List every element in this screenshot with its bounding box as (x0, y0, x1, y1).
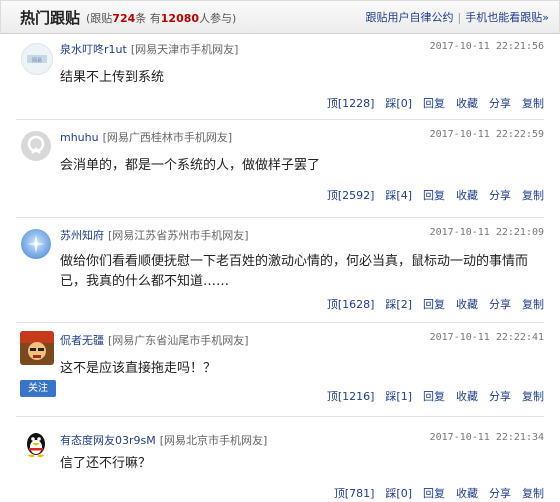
comment-item: 苏州知府 [网易江苏省苏州市手机网友] 2017-10-11 22:21:09 做… (0, 219, 560, 323)
copy-button[interactable]: 复制 (522, 390, 544, 403)
comment-stats: (跟贴724条 有12080人参与) (86, 12, 237, 25)
copy-button[interactable]: 复制 (522, 298, 544, 311)
comment-item: 网易 泉水叮咚r1ut [网易天津市手机网友] 2017-10-11 22:21:… (0, 33, 560, 120)
comment-actions: 顶[1628] 踩[2] 回复 收藏 分享 复制 (316, 296, 544, 312)
downvote-button[interactable]: 踩[4] (385, 189, 412, 202)
comment-item: 关注 侃者无疆 [网易广东省汕尾市手机网友] 2017-10-11 22:22:4… (0, 324, 560, 417)
copy-button[interactable]: 复制 (522, 97, 544, 110)
reply-button[interactable]: 回复 (423, 298, 445, 311)
upvote-button[interactable]: 顶[1228] (327, 97, 375, 110)
comment-actions: 顶[2592] 踩[4] 回复 收藏 分享 复制 (316, 187, 544, 203)
section-title: 热门跟贴 (20, 9, 81, 27)
save-button[interactable]: 收藏 (456, 189, 478, 202)
comment-item: 有态度网友03r9sM [网易北京市手机网友] 2017-10-11 22:21:… (0, 418, 560, 502)
comment-actions: 顶[781] 踩[0] 回复 收藏 分享 复制 (323, 485, 544, 501)
comment-item: mhuhu [网易广西桂林市手机网友] 2017-10-11 22:22:59 会… (0, 121, 560, 218)
reply-button[interactable]: 回复 (423, 390, 445, 403)
username[interactable]: 有态度网友03r9sM (60, 434, 156, 447)
username[interactable]: 侃者无疆 (60, 334, 104, 347)
upvote-button[interactable]: 顶[1216] (327, 390, 375, 403)
comment-text: 会消单的，都是一个系统的人，做做样子罢了 (60, 158, 321, 173)
username[interactable]: 泉水叮咚r1ut (60, 43, 127, 56)
downvote-button[interactable]: 踩[1] (385, 390, 412, 403)
divider (16, 322, 544, 323)
follow-count: 724 (112, 12, 136, 25)
share-button[interactable]: 分享 (489, 390, 511, 403)
save-button[interactable]: 收藏 (456, 298, 478, 311)
upvote-button[interactable]: 顶[781] (334, 487, 375, 500)
user-location: [网易天津市手机网友] (130, 43, 239, 56)
username[interactable]: mhuhu (60, 131, 99, 144)
downvote-button[interactable]: 踩[0] (385, 97, 412, 110)
username[interactable]: 苏州知府 (60, 229, 104, 242)
comment-actions: 顶[1228] 踩[0] 回复 收藏 分享 复制 (316, 95, 544, 111)
avatar[interactable] (20, 331, 54, 365)
reply-button[interactable]: 回复 (423, 189, 445, 202)
copy-button[interactable]: 复制 (522, 189, 544, 202)
avatar[interactable] (21, 131, 51, 161)
post-time: 2017-10-11 22:21:56 (429, 41, 544, 52)
divider (16, 416, 544, 417)
reply-button[interactable]: 回复 (423, 97, 445, 110)
share-button[interactable]: 分享 (489, 487, 511, 500)
avatar[interactable]: 网易 (21, 43, 53, 75)
save-button[interactable]: 收藏 (456, 487, 478, 500)
header-links: 跟贴用户自律公约 | 手机也能看跟贴» (365, 11, 549, 24)
upvote-button[interactable]: 顶[2592] (327, 189, 375, 202)
share-button[interactable]: 分享 (489, 189, 511, 202)
post-time: 2017-10-11 22:21:09 (429, 227, 544, 238)
share-button[interactable]: 分享 (489, 298, 511, 311)
comment-text: 结果不上传到系统 (60, 70, 165, 85)
hot-comments-header: 热门跟贴 (跟贴724条 有12080人参与) 跟贴用户自律公约 | 手机也能看跟贴… (0, 0, 560, 34)
share-button[interactable]: 分享 (489, 97, 511, 110)
save-button[interactable]: 收藏 (456, 390, 478, 403)
downvote-button[interactable]: 踩[0] (385, 487, 412, 500)
follow-button[interactable]: 关注 (20, 380, 56, 397)
divider (16, 217, 544, 218)
user-location: [网易江苏省苏州市手机网友] (108, 229, 249, 242)
post-time: 2017-10-11 22:22:41 (429, 332, 544, 343)
user-location: [网易北京市手机网友] (159, 434, 268, 447)
avatar[interactable] (21, 229, 51, 259)
divider (16, 119, 544, 120)
save-button[interactable]: 收藏 (456, 97, 478, 110)
upvote-button[interactable]: 顶[1628] (327, 298, 375, 311)
participant-count: 12080 (160, 12, 200, 25)
post-time: 2017-10-11 22:21:34 (429, 432, 544, 443)
downvote-button[interactable]: 踩[2] (385, 298, 412, 311)
comment-actions: 顶[1216] 踩[1] 回复 收藏 分享 复制 (316, 388, 544, 404)
svg-text:网易: 网易 (32, 58, 42, 64)
user-location: [网易广西桂林市手机网友] (102, 131, 233, 144)
copy-button[interactable]: 复制 (522, 487, 544, 500)
comment-text: 这不是应该直接拖走吗！？ (60, 361, 217, 376)
comment-text: 信了还不行嘛？ (60, 456, 152, 471)
post-time: 2017-10-11 22:22:59 (429, 129, 544, 140)
user-location: [网易广东省汕尾市手机网友] (108, 334, 249, 347)
mobile-link[interactable]: 手机也能看跟贴» (465, 11, 549, 24)
rules-link[interactable]: 跟贴用户自律公约 (366, 11, 454, 24)
comment-text: 做给你们看看顺便抚慰一下老百姓的激动心情的，何必当真，鼠标动一动的事情而已，我真… (60, 254, 529, 289)
reply-button[interactable]: 回复 (423, 487, 445, 500)
qq-penguin-icon[interactable] (21, 428, 51, 458)
